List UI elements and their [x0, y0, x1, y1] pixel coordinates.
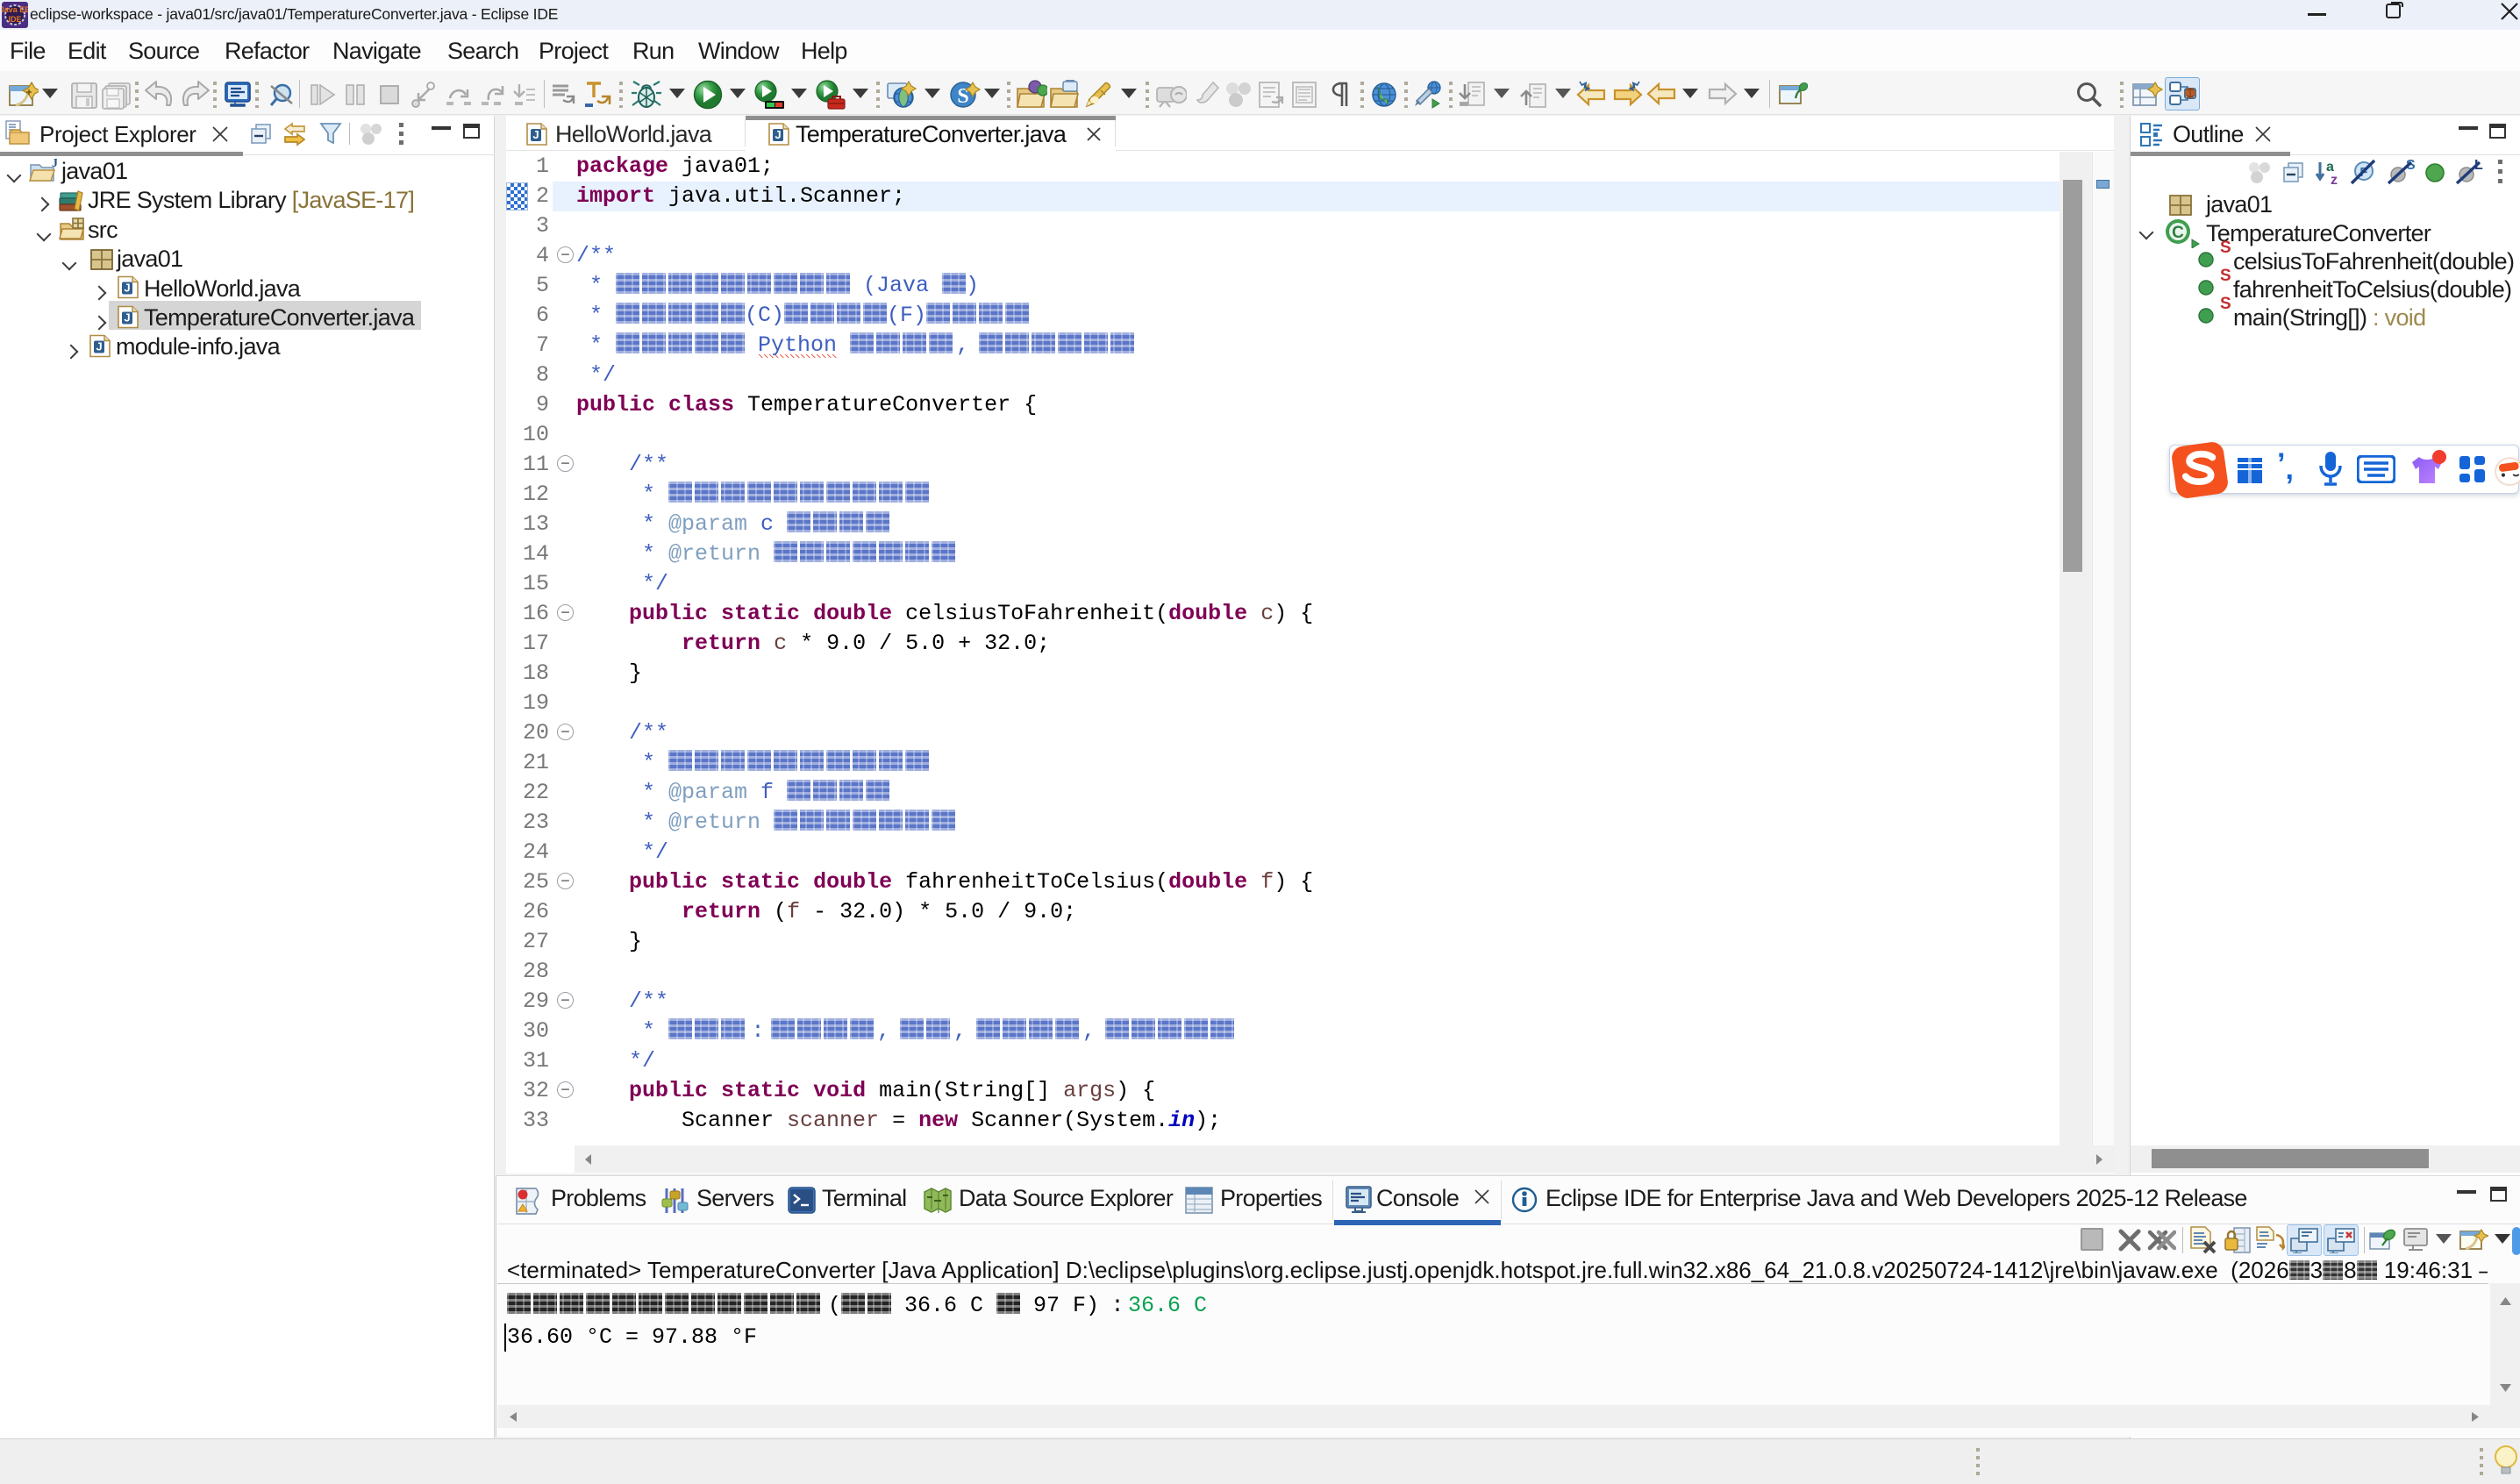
- svg-text:C: C: [2172, 224, 2184, 242]
- svg-text:z: z: [2331, 173, 2338, 187]
